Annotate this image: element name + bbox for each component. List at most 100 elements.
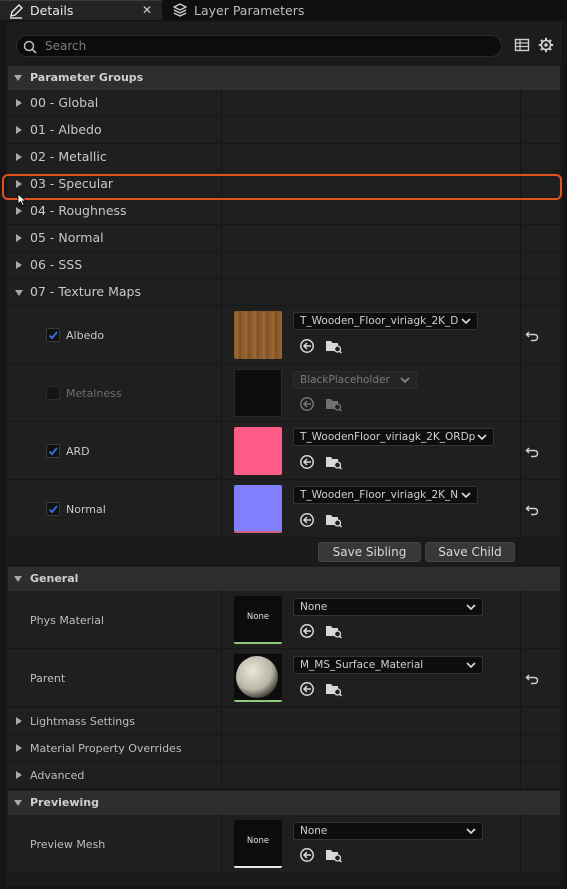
column-divider [221,90,222,116]
use-selected-asset-icon[interactable] [299,847,315,863]
chevron-right-icon[interactable] [16,261,22,269]
material-sphere-icon [236,656,278,698]
chevron-right-icon[interactable] [16,744,22,752]
layers-icon [172,2,188,18]
albedo-checkbox[interactable] [46,328,60,342]
section-label: Parameter Groups [30,71,144,84]
group-label: 02 - Metallic [30,149,107,164]
column-divider [221,422,222,479]
chevron-right-icon[interactable] [16,99,22,107]
thumbnail-caption: None [246,836,270,846]
browse-asset-icon[interactable] [325,338,343,354]
category-label: Material Property Overrides [30,742,182,755]
tab-details[interactable]: Details ✕ [0,0,162,20]
column-divider [520,480,521,537]
group-row-normal[interactable]: 05 - Normal [8,225,560,252]
dropdown-value: T_Wooden_Floor_viriagk_2K_N [300,489,459,501]
browse-asset-icon[interactable] [325,396,343,412]
group-row-global[interactable]: 00 - Global [8,90,560,117]
chevron-down-icon [466,826,476,838]
use-selected-asset-icon[interactable] [299,396,315,412]
preview-mesh-thumbnail[interactable]: None [234,820,282,868]
browse-asset-icon[interactable] [325,623,343,639]
chevron-right-icon[interactable] [16,207,22,215]
phys-material-row: Phys Material None None [8,591,560,649]
column-divider [520,364,521,421]
use-selected-asset-icon[interactable] [299,681,315,697]
parent-dropdown[interactable]: M_MS_Surface_Material [293,656,483,674]
section-previewing[interactable]: Previewing [8,791,560,815]
tab-layer-parameters[interactable]: Layer Parameters [164,0,314,20]
chevron-right-icon[interactable] [16,234,22,242]
search-input[interactable] [45,38,485,54]
chevron-down-icon [477,432,487,444]
save-sibling-button[interactable]: Save Sibling [318,542,421,562]
normal-texture-dropdown[interactable]: T_Wooden_Floor_viriagk_2K_N [293,486,478,504]
metalness-texture-thumbnail[interactable] [234,369,282,417]
chevron-right-icon[interactable] [16,126,22,134]
texture-name: Metalness [66,387,122,400]
group-row-metallic[interactable]: 02 - Metallic [8,144,560,171]
phys-material-dropdown[interactable]: None [293,598,483,616]
reset-to-default-icon[interactable] [525,444,539,458]
reset-to-default-icon[interactable] [525,671,539,685]
albedo-texture-thumbnail[interactable] [234,311,282,359]
chevron-down-icon[interactable] [14,75,22,81]
use-selected-asset-icon[interactable] [299,338,315,354]
group-row-texture-maps[interactable]: 07 - Texture Maps [8,279,560,306]
browse-asset-icon[interactable] [325,847,343,863]
column-divider [221,762,222,788]
group-row-sss[interactable]: 06 - SSS [8,252,560,279]
column-divider [221,225,222,251]
dropdown-value: M_MS_Surface_Material [300,659,424,671]
browse-asset-icon[interactable] [325,681,343,697]
ard-texture-thumbnail[interactable] [234,427,282,475]
use-selected-asset-icon[interactable] [299,623,315,639]
save-child-button[interactable]: Save Child [425,542,515,562]
dropdown-value: T_WoodenFloor_viriagk_2K_ORDp [300,431,476,443]
chevron-right-icon[interactable] [16,771,22,779]
section-parameter-groups[interactable]: Parameter Groups [8,66,560,90]
column-divider [221,591,222,648]
metalness-texture-dropdown[interactable]: BlackPlaceholder [293,371,417,389]
albedo-texture-dropdown[interactable]: T_Wooden_Floor_viriagk_2K_D [293,312,478,330]
close-icon[interactable]: ✕ [142,3,152,17]
browse-asset-icon[interactable] [325,512,343,528]
chevron-right-icon[interactable] [16,717,22,725]
use-selected-asset-icon[interactable] [299,454,315,470]
table-view-icon[interactable] [514,37,532,55]
search-box[interactable] [16,35,502,57]
gear-icon[interactable] [538,37,556,55]
group-row-roughness[interactable]: 04 - Roughness [8,198,560,225]
column-divider [520,144,521,170]
normal-texture-thumbnail[interactable] [234,485,282,533]
section-general[interactable]: General [8,567,560,591]
chevron-down-icon[interactable] [15,290,23,296]
metalness-checkbox[interactable] [46,386,60,400]
ard-texture-dropdown[interactable]: T_WoodenFloor_viriagk_2K_ORDp [293,428,494,446]
ard-checkbox[interactable] [46,444,60,458]
preview-mesh-dropdown[interactable]: None [293,822,483,840]
specular-highlight-outline [2,174,562,200]
chevron-down-icon[interactable] [14,576,22,582]
column-divider [520,735,521,761]
phys-material-thumbnail[interactable]: None [234,596,282,644]
lightmass-settings-row[interactable]: Lightmass Settings [8,708,560,735]
reset-to-default-icon[interactable] [525,328,539,342]
group-row-albedo[interactable]: 01 - Albedo [8,117,560,144]
use-selected-asset-icon[interactable] [299,512,315,528]
column-divider [221,198,222,224]
normal-checkbox[interactable] [46,502,60,516]
chevron-down-icon[interactable] [14,800,22,806]
mouse-cursor-icon [17,193,27,207]
material-property-overrides-row[interactable]: Material Property Overrides [8,735,560,762]
chevron-right-icon[interactable] [16,153,22,161]
advanced-row[interactable]: Advanced [8,762,560,789]
group-label: 05 - Normal [30,230,104,245]
column-divider [520,90,521,116]
parent-material-thumbnail[interactable] [234,654,282,702]
reset-to-default-icon[interactable] [525,502,539,516]
texture-row-metalness: Metalness BlackPlaceholder [8,364,560,422]
browse-asset-icon[interactable] [325,454,343,470]
category-label: Lightmass Settings [30,715,135,728]
